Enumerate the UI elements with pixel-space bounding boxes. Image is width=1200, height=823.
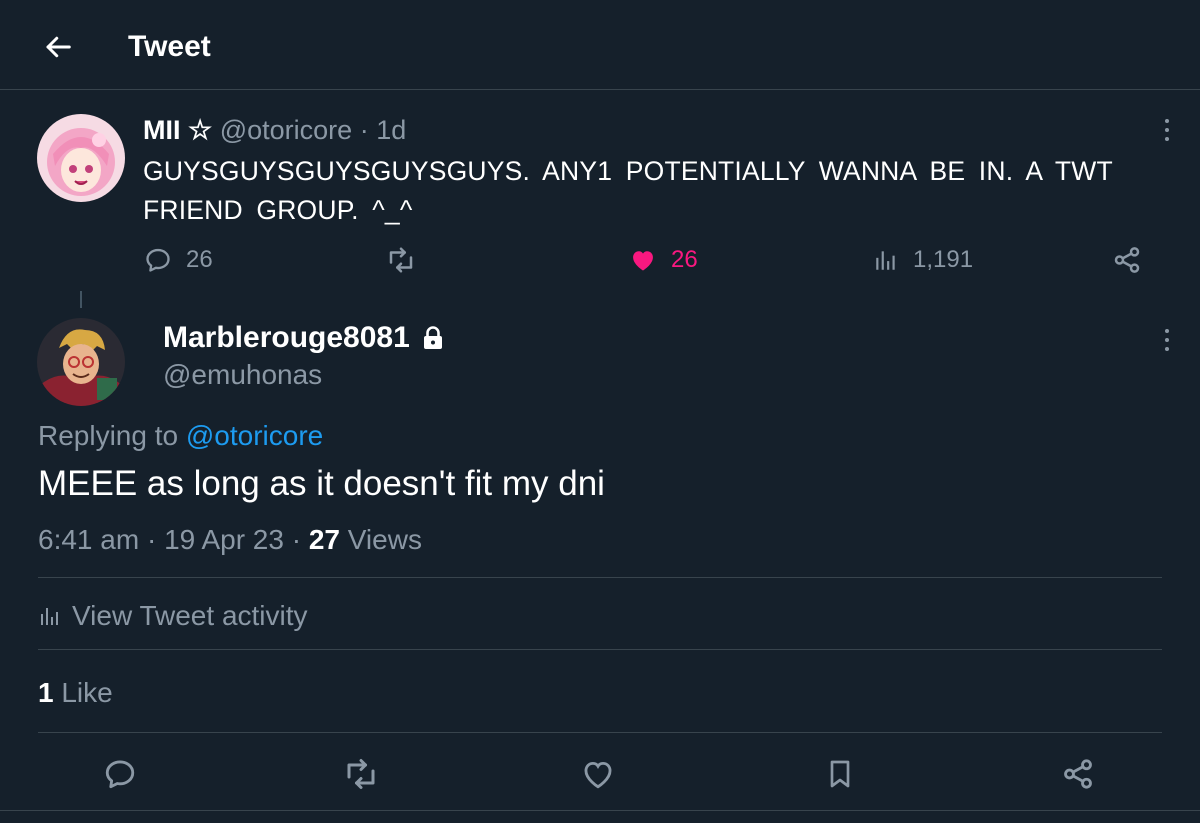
back-button[interactable] <box>36 28 80 66</box>
handle[interactable]: @otoricore <box>220 115 352 145</box>
tweet-timestamp-row: 6:41 am · 19 Apr 23 · 27 Views <box>38 521 422 559</box>
header-divider <box>0 89 1200 90</box>
handle[interactable]: @emuhonas <box>163 356 322 394</box>
analytics-icon <box>876 251 895 270</box>
section-divider <box>38 649 1162 650</box>
views-label: Views <box>347 524 422 555</box>
view-tweet-activity-link[interactable]: View Tweet activity <box>38 597 308 635</box>
date[interactable]: 19 Apr 23 <box>164 524 284 555</box>
meta-separator: · <box>146 524 157 555</box>
likes-label: Like <box>61 677 113 708</box>
tweet-meta: MII ☆ @otoricore · 1d <box>143 112 406 148</box>
replying-handle-link[interactable]: @otoricore <box>186 420 323 451</box>
retweet-action[interactable] <box>386 243 416 277</box>
display-name[interactable]: Marblerouge8081 <box>163 318 410 358</box>
replying-prefix: Replying to <box>38 420 179 451</box>
meta-separator: · <box>291 524 302 555</box>
dot <box>1165 338 1169 342</box>
retweet-button[interactable] <box>339 752 383 796</box>
analytics-icon <box>41 608 58 625</box>
share-icon <box>1114 247 1140 273</box>
more-options-button[interactable] <box>1152 110 1182 150</box>
time[interactable]: 6:41 am <box>38 524 139 555</box>
more-options-button[interactable] <box>1152 320 1182 360</box>
footer-divider <box>0 810 1200 811</box>
views-action[interactable]: 1,191 <box>873 243 973 277</box>
display-name-row: Marblerouge8081 <box>163 318 444 358</box>
views-count: 27 <box>308 524 340 555</box>
likes-summary[interactable]: 1 Like <box>38 674 113 712</box>
dot <box>1165 119 1169 123</box>
avatar[interactable] <box>37 114 125 202</box>
dot <box>1165 128 1169 132</box>
timestamp[interactable]: 1d <box>376 115 406 145</box>
reply-count: 26 <box>186 246 213 273</box>
bookmark-button[interactable] <box>818 752 862 796</box>
like-button[interactable] <box>576 752 620 796</box>
dot <box>1165 137 1169 141</box>
retweet-icon <box>389 247 413 273</box>
thread-connector <box>80 291 82 308</box>
activity-label: View Tweet activity <box>72 600 308 631</box>
avatar[interactable] <box>37 318 125 406</box>
reply-button[interactable] <box>98 752 142 796</box>
dot <box>1165 329 1169 333</box>
share-action[interactable] <box>1112 243 1142 277</box>
arrow-left-icon <box>46 36 71 58</box>
tweet-text: GUYSGUYSGUYSGUYSGUYS. ANY1 POTENTIALLY W… <box>143 156 1113 225</box>
bookmark-icon <box>830 760 850 788</box>
share-button[interactable] <box>1056 752 1100 796</box>
page-title: Tweet <box>128 30 211 63</box>
share-icon <box>1064 759 1092 789</box>
tweet-text: MEEE as long as it doesn't fit my dni <box>38 464 605 503</box>
reply-icon <box>105 760 135 789</box>
reply-icon <box>146 248 170 272</box>
likes-count: 1 <box>38 677 54 708</box>
section-divider <box>38 732 1162 733</box>
avatar-image <box>37 114 125 202</box>
section-divider <box>38 577 1162 578</box>
meta-separator: · <box>359 115 369 145</box>
display-name[interactable]: MII ☆ <box>143 115 212 145</box>
like-count: 26 <box>671 246 698 273</box>
reply-action[interactable]: 26 <box>144 243 213 277</box>
lock-icon <box>423 326 442 349</box>
like-action[interactable]: 26 <box>629 243 698 277</box>
avatar-image <box>37 318 125 406</box>
retweet-icon <box>347 759 375 789</box>
dot <box>1165 347 1169 351</box>
heart-filled-icon <box>633 251 653 271</box>
heart-outline-icon <box>584 761 612 789</box>
replying-to: Replying to @otoricore <box>38 417 323 455</box>
views-count: 1,191 <box>913 246 974 273</box>
